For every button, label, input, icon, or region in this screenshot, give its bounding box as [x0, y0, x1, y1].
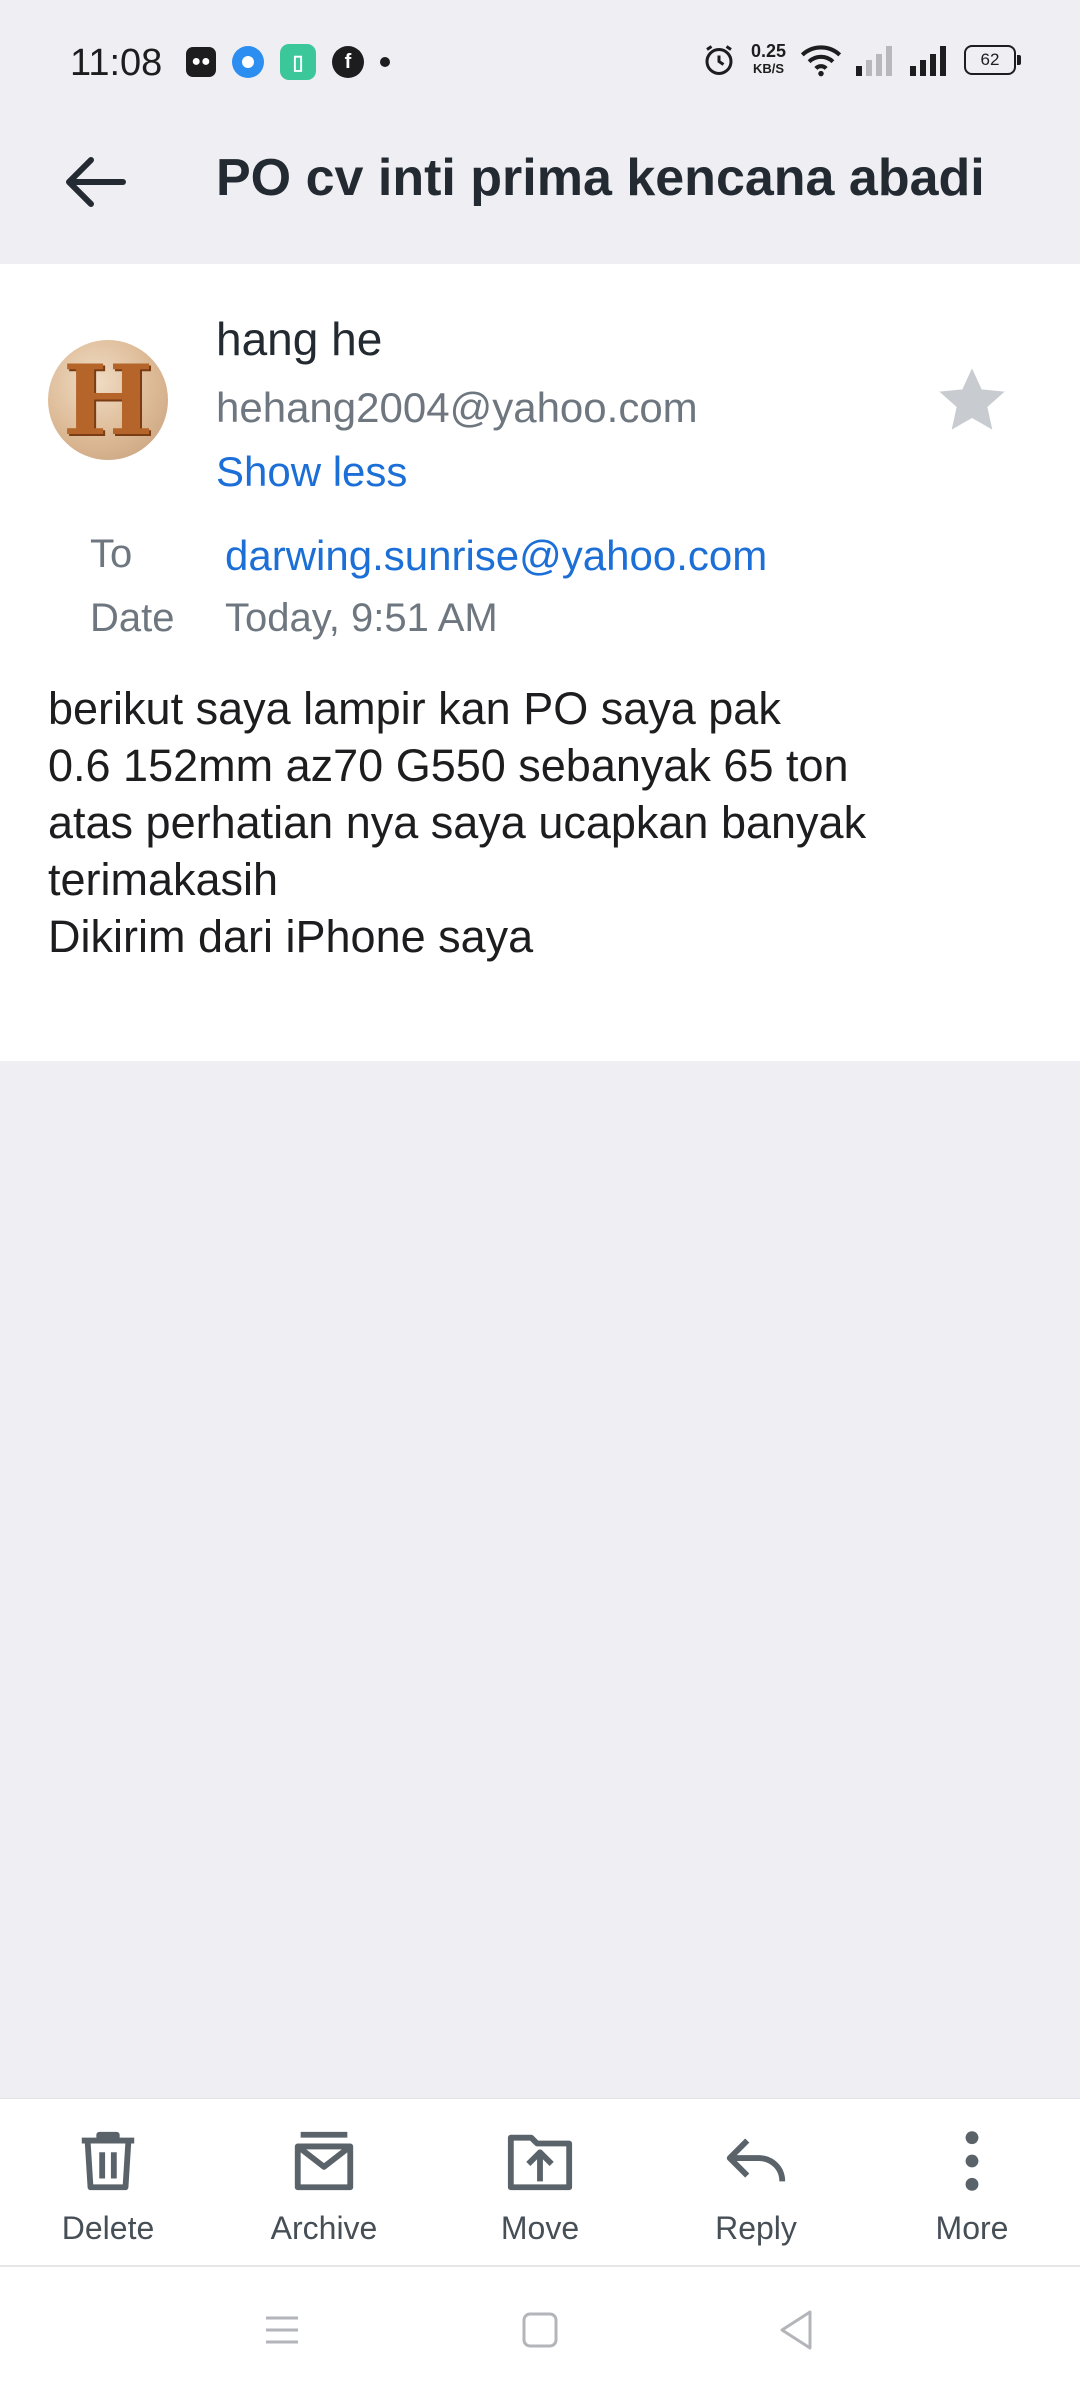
body-line: Dikirim dari iPhone saya [48, 911, 534, 962]
email-body: berikut saya lampir kan PO saya pak 0.6 … [48, 680, 1038, 965]
email-subject: PO cv inti prima kencana abadi [216, 149, 985, 207]
triangle-back-icon [780, 2310, 812, 2350]
move-label: Move [500, 2210, 580, 2246]
more-vertical-icon [965, 2131, 979, 2191]
wifi-icon [800, 45, 842, 77]
sender-email[interactable]: hehang2004@yahoo.com [216, 384, 698, 432]
arrow-left-icon [66, 157, 126, 207]
network-speed-unit: KB/S [752, 61, 784, 76]
battery-icon: 62 [964, 45, 1021, 75]
delete-button[interactable]: Delete [18, 2110, 198, 2250]
trash-icon [81, 2131, 135, 2191]
sender-avatar[interactable]: H [48, 340, 168, 460]
to-label: To [90, 532, 133, 576]
signal-full-icon [910, 46, 946, 76]
menu-lines-icon [266, 2316, 298, 2344]
body-line: atas perhatian nya saya ucapkan banyak [48, 797, 867, 848]
owl-app-icon: ●● [186, 47, 216, 77]
archive-label: Archive [270, 2210, 378, 2246]
recipient-email[interactable]: darwing.sunrise@yahoo.com [225, 532, 767, 580]
body-line: terimakasih [48, 854, 279, 905]
archive-icon [294, 2131, 354, 2191]
reply-label: Reply [715, 2210, 797, 2246]
square-icon [522, 2312, 558, 2348]
green-app-icon: ▯ [280, 44, 316, 80]
network-speed: 0.25 KB/S [751, 42, 786, 78]
alarm-icon [705, 45, 733, 75]
back-button[interactable] [52, 140, 136, 224]
move-button[interactable]: Move [450, 2110, 630, 2250]
reply-button[interactable]: Reply [666, 2110, 846, 2250]
battery-level: 62 [980, 50, 1000, 69]
more-button[interactable]: More [882, 2110, 1062, 2250]
archive-button[interactable]: Archive [234, 2110, 414, 2250]
status-time: 11:08 [70, 42, 163, 84]
more-label: More [935, 2210, 1009, 2246]
back-nav-button[interactable] [766, 2300, 826, 2360]
facebook-icon: f [332, 46, 364, 78]
system-icons: 0.25 KB/S 62 [701, 42, 1021, 78]
recents-button[interactable] [252, 2300, 312, 2360]
reply-icon [726, 2138, 786, 2182]
show-less-link[interactable]: Show less [216, 448, 407, 496]
delete-label: Delete [61, 2210, 155, 2246]
signal-weak-icon [856, 46, 892, 76]
notification-icons: ●● ▯ f [186, 44, 390, 80]
network-speed-value: 0.25 [750, 41, 786, 61]
date-label: Date [90, 596, 175, 640]
date-value: Today, 9:51 AM [225, 596, 498, 640]
star-icon [939, 368, 1005, 430]
star-button[interactable] [932, 360, 1012, 440]
more-notifications-dot-icon [380, 57, 390, 67]
folder-move-icon [507, 2134, 573, 2191]
body-line: berikut saya lampir kan PO saya pak [48, 683, 781, 734]
avatar-letter: H [62, 343, 154, 457]
circle-app-icon [232, 46, 264, 78]
home-button[interactable] [510, 2300, 570, 2360]
sender-name[interactable]: hang he [216, 312, 382, 366]
body-line: 0.6 152mm az70 G550 sebanyak 65 ton [48, 740, 849, 791]
